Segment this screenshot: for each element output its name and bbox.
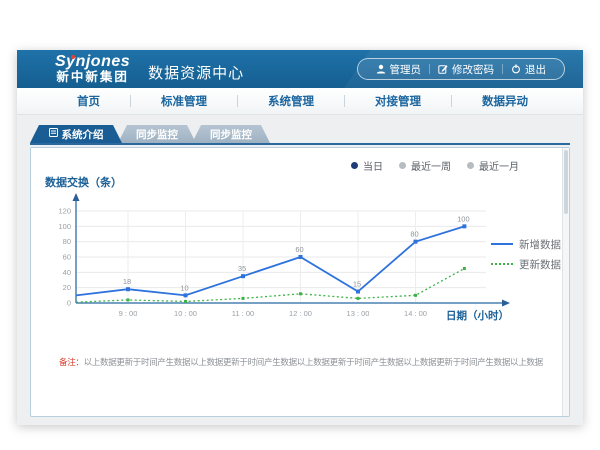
svg-text:80: 80 <box>63 237 71 246</box>
chart-container: 0 20 40 60 80 100 120 9 : 00 10 : 00 11 : 00 12 : … <box>56 191 536 339</box>
radio-selected-icon <box>351 162 358 169</box>
svg-text:100: 100 <box>457 214 470 223</box>
footnote-text: 以上数据更新于时间产生数据以上数据更新于时间产生数据以上数据更新于时间产生数据以… <box>84 357 543 367</box>
logo-accent-dot <box>71 55 75 59</box>
page-title: 数据资源中心 <box>148 62 244 83</box>
filter-last-month[interactable]: 最近一月 <box>467 158 519 173</box>
nav-item-data-change[interactable]: 数据异动 <box>452 93 558 109</box>
nav-item-standard-mgmt[interactable]: 标准管理 <box>131 93 237 109</box>
svg-text:11 : 00: 11 : 00 <box>232 309 254 318</box>
user-icon <box>376 64 386 74</box>
main-nav: 首页 标准管理 系统管理 对接管理 数据异动 <box>17 88 583 115</box>
scrollbar-thumb[interactable] <box>564 150 568 214</box>
logo-text-en: Synjones <box>55 54 130 71</box>
svg-text:9 : 00: 9 : 00 <box>119 309 138 318</box>
svg-text:40: 40 <box>63 268 71 277</box>
svg-text:35: 35 <box>238 264 246 273</box>
user-menu: 管理员 修改密码 退出 <box>357 58 566 80</box>
radio-icon <box>399 162 406 169</box>
nav-item-system-mgmt[interactable]: 系统管理 <box>238 93 344 109</box>
panel-scrollbar[interactable] <box>562 148 569 416</box>
line-chart: 0 20 40 60 80 100 120 9 : 00 10 : 00 11 : 00 12 : … <box>56 191 536 339</box>
tab-system-intro[interactable]: 系统介绍 <box>30 125 122 143</box>
app-window: Synjones 新中新集团 数据资源中心 管理员 修改密码 <box>17 50 583 425</box>
svg-text:20: 20 <box>63 283 71 292</box>
document-icon <box>49 128 58 140</box>
footnote: 备注：以上数据更新于时间产生数据以上数据更新于时间产生数据以上数据更新于时间产生… <box>59 356 543 368</box>
svg-text:100: 100 <box>58 222 71 231</box>
svg-text:80: 80 <box>410 230 418 239</box>
header: Synjones 新中新集团 数据资源中心 管理员 修改密码 <box>17 50 583 88</box>
company-logo: Synjones 新中新集团 <box>55 54 130 84</box>
nav-item-interface-mgmt[interactable]: 对接管理 <box>345 93 451 109</box>
filter-today[interactable]: 当日 <box>351 158 383 173</box>
svg-text:14 : 00: 14 : 00 <box>404 309 427 318</box>
svg-text:日期（小时）: 日期（小时） <box>446 309 509 322</box>
svg-text:12 : 00: 12 : 00 <box>289 309 312 318</box>
change-password-button[interactable]: 修改密码 <box>430 62 502 77</box>
footnote-prefix: 备注： <box>59 357 84 367</box>
svg-text:0: 0 <box>67 299 71 308</box>
nav-item-home[interactable]: 首页 <box>47 93 130 109</box>
svg-text:13 : 00: 13 : 00 <box>347 309 370 318</box>
logout-button[interactable]: 退出 <box>503 62 554 77</box>
svg-text:15: 15 <box>353 280 361 289</box>
svg-text:60: 60 <box>295 245 303 254</box>
tab-sync-monitor-2[interactable]: 同步监控 <box>192 125 270 143</box>
svg-text:18: 18 <box>123 277 131 286</box>
tab-sync-monitor-1[interactable]: 同步监控 <box>118 125 196 143</box>
edit-icon <box>438 64 448 74</box>
radio-icon <box>467 162 474 169</box>
chart-panel: 当日 最近一周 最近一月 数据交换（条） 0 20 40 60 80 100 120 9 : … <box>30 147 570 417</box>
filter-last-week[interactable]: 最近一周 <box>399 158 451 173</box>
svg-text:10: 10 <box>180 283 188 292</box>
svg-text:120: 120 <box>58 207 71 216</box>
y-axis-title: 数据交换（条） <box>45 174 122 190</box>
logo-text-cn: 新中新集团 <box>55 71 130 84</box>
time-range-filter: 当日 最近一周 最近一月 <box>351 158 519 173</box>
admin-user-button[interactable]: 管理员 <box>368 62 430 77</box>
power-icon <box>511 64 521 74</box>
green-dotted-swatch <box>491 263 513 265</box>
svg-text:10 : 00: 10 : 00 <box>174 309 197 318</box>
tab-bar: 系统介绍 同步监控 同步监控 <box>30 127 570 145</box>
blue-line-swatch <box>491 243 513 245</box>
svg-text:60: 60 <box>63 253 71 262</box>
content-area: 系统介绍 同步监控 同步监控 当日 最近一周 <box>17 115 583 425</box>
